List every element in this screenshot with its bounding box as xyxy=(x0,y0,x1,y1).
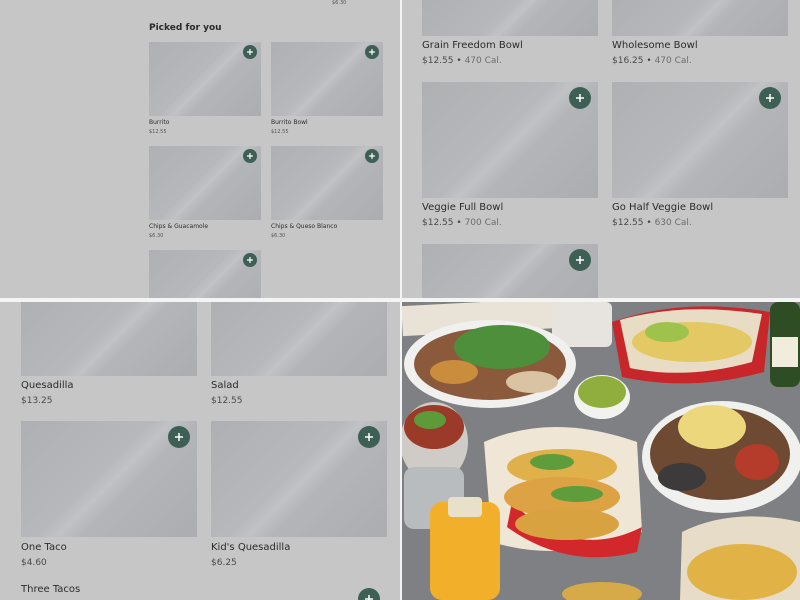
add-item-button[interactable] xyxy=(569,87,591,109)
item-price: $12.55 xyxy=(422,218,454,228)
section-title: Picked for you xyxy=(149,23,222,33)
item-price: $12.55 xyxy=(612,218,644,228)
item-price: $6.30 xyxy=(149,233,164,239)
plus-icon xyxy=(365,433,373,441)
plus-icon xyxy=(175,433,183,441)
item-meta: $12.55 • 700 Cal. xyxy=(422,218,502,228)
item-meta: $12.55 • 630 Cal. xyxy=(612,218,692,228)
menu-panel-bowls: Grain Freedom Bowl $12.55 • 470 Cal. Who… xyxy=(402,0,800,298)
add-item-button[interactable] xyxy=(168,426,190,448)
item-image[interactable] xyxy=(612,0,788,36)
item-meta: $16.25 • 470 Cal. xyxy=(612,56,692,66)
item-image[interactable] xyxy=(422,0,598,36)
item-price: $6.30 xyxy=(271,233,286,239)
add-item-button[interactable] xyxy=(243,149,257,163)
item-price: $6.25 xyxy=(211,558,237,568)
item-price: $12.55 xyxy=(271,129,289,135)
plus-icon xyxy=(247,257,253,263)
plus-icon xyxy=(365,595,373,600)
item-price: $12.55 xyxy=(149,129,167,135)
item-meta: $12.55 • 470 Cal. xyxy=(422,56,502,66)
food-photo xyxy=(402,302,800,600)
item-name: Go Half Veggie Bowl xyxy=(612,202,714,213)
add-item-button[interactable] xyxy=(358,588,380,600)
item-name: Grain Freedom Bowl xyxy=(422,40,523,51)
separator: • xyxy=(456,56,462,66)
plus-icon xyxy=(576,256,584,264)
plus-icon xyxy=(369,153,375,159)
add-item-button[interactable] xyxy=(365,45,379,59)
item-price: $16.25 xyxy=(612,56,644,66)
item-name: Burrito Bowl xyxy=(271,119,308,126)
item-name: Burrito xyxy=(149,119,170,126)
menu-panel-entrees: Quesadilla $13.25 Salad $12.55 One Taco … xyxy=(0,302,400,600)
item-price: $13.25 xyxy=(21,396,53,406)
separator: • xyxy=(646,56,652,66)
food-photo-illustration xyxy=(402,302,800,600)
panel-divider xyxy=(0,298,800,302)
add-item-button[interactable] xyxy=(759,87,781,109)
item-name: Salad xyxy=(211,380,239,391)
add-item-button[interactable] xyxy=(569,249,591,271)
item-image[interactable] xyxy=(211,302,387,376)
separator: • xyxy=(456,218,462,228)
plus-icon xyxy=(766,94,774,102)
item-name: One Taco xyxy=(21,542,67,553)
item-price: $12.55 xyxy=(211,396,243,406)
menu-panel-picked-for-you: $6.30 Picked for you Burrito $12.55 Burr… xyxy=(0,0,400,298)
item-name: Veggie Full Bowl xyxy=(422,202,504,213)
item-name: Wholesome Bowl xyxy=(612,40,698,51)
item-name: Quesadilla xyxy=(21,380,74,391)
item-image[interactable] xyxy=(21,302,197,376)
item-price: $6.30 xyxy=(332,0,347,6)
plus-icon xyxy=(247,153,253,159)
item-name: Three Tacos xyxy=(21,584,81,595)
item-calories: 630 Cal. xyxy=(654,218,692,228)
item-calories: 470 Cal. xyxy=(654,56,692,66)
separator: • xyxy=(646,218,652,228)
item-price: $4.60 xyxy=(21,558,47,568)
add-item-button[interactable] xyxy=(243,45,257,59)
item-price: $12.55 xyxy=(422,56,454,66)
item-name: Chips & Queso Blanco xyxy=(271,223,338,230)
add-item-button[interactable] xyxy=(365,149,379,163)
plus-icon xyxy=(576,94,584,102)
item-calories: 700 Cal. xyxy=(464,218,502,228)
add-item-button[interactable] xyxy=(358,426,380,448)
add-item-button[interactable] xyxy=(243,253,257,267)
plus-icon xyxy=(247,49,253,55)
item-calories: 470 Cal. xyxy=(464,56,502,66)
item-name: Chips & Guacamole xyxy=(149,223,209,230)
plus-icon xyxy=(369,49,375,55)
item-name: Kid's Quesadilla xyxy=(211,542,291,553)
